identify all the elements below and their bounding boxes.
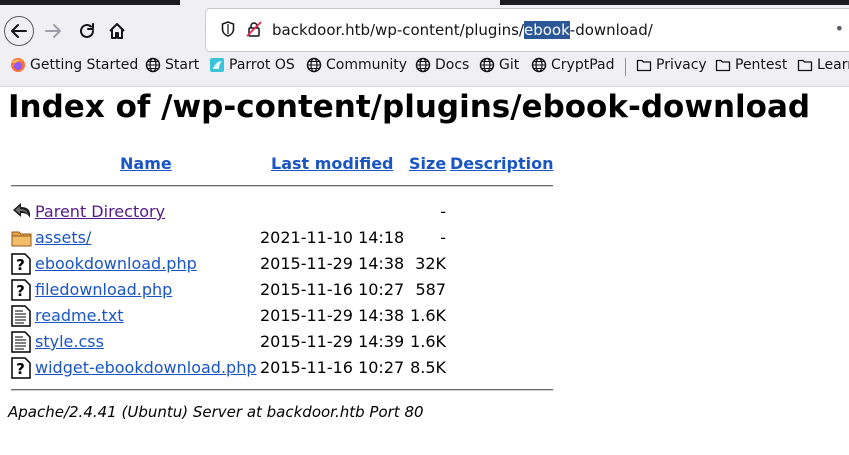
bookmark-label: Parrot OS bbox=[229, 57, 295, 73]
file-link-parent-directory[interactable]: Parent Directory bbox=[35, 202, 165, 221]
file-size: 32K bbox=[415, 254, 446, 273]
forward-button[interactable] bbox=[38, 16, 68, 46]
globe-icon bbox=[145, 57, 161, 73]
file-size: - bbox=[440, 202, 446, 221]
bookmark-parrot-os[interactable]: Parrot OS bbox=[209, 57, 295, 73]
table-row: ? filedownload.php 2015-11-16 10:27 587 bbox=[0, 278, 600, 302]
table-row: ? ebookdownload.php 2015-11-29 14:38 32K bbox=[0, 252, 600, 276]
bookmarks-toolbar: Getting Started Start Parrot OS Communit… bbox=[0, 55, 849, 79]
file-size: 1.6K bbox=[410, 306, 446, 325]
back-button[interactable] bbox=[4, 16, 34, 46]
bookmark-folder-pentest[interactable]: Pentest bbox=[715, 57, 787, 73]
bookmark-cryptpad[interactable]: CryptPad bbox=[531, 57, 614, 73]
insecure-lock-icon[interactable] bbox=[246, 21, 262, 37]
arrow-right-icon bbox=[45, 24, 61, 38]
folder-icon bbox=[715, 59, 731, 72]
svg-text:?: ? bbox=[16, 282, 25, 300]
browser-chrome: backdoor.htb/wp-content/plugins/ebook-do… bbox=[0, 0, 849, 87]
bookmark-community[interactable]: Community bbox=[306, 57, 407, 73]
file-link-ebookdownload-php[interactable]: ebookdownload.php bbox=[35, 254, 197, 273]
bookmark-getting-started[interactable]: Getting Started bbox=[10, 57, 138, 73]
url-selected-text: ebook bbox=[524, 21, 570, 39]
bookmark-label: Start bbox=[165, 57, 200, 73]
file-size: 587 bbox=[415, 280, 446, 299]
bookmark-label: Learn bbox=[817, 57, 849, 73]
footer-divider bbox=[11, 389, 553, 391]
arrow-left-icon bbox=[11, 24, 27, 38]
url-text[interactable]: backdoor.htb/wp-content/plugins/ebook-do… bbox=[272, 21, 653, 39]
reload-button[interactable] bbox=[72, 16, 102, 46]
bookmark-docs[interactable]: Docs bbox=[415, 57, 469, 73]
file-link-assets[interactable]: assets/ bbox=[35, 228, 91, 247]
table-row: assets/ 2021-11-10 14:18 - bbox=[0, 226, 600, 250]
column-header-size[interactable]: Size bbox=[409, 154, 446, 173]
file-size: - bbox=[440, 228, 446, 247]
column-header-last-modified[interactable]: Last modified bbox=[271, 154, 394, 173]
text-file-icon bbox=[11, 305, 31, 327]
reload-icon bbox=[80, 23, 94, 38]
bookmark-label: Docs bbox=[435, 57, 470, 73]
folder-icon bbox=[11, 231, 32, 247]
file-link-widget-ebookdownload-php[interactable]: widget-ebookdownload.php bbox=[35, 358, 256, 377]
bookmark-folder-privacy[interactable]: Privacy bbox=[636, 57, 707, 73]
bookmark-start[interactable]: Start bbox=[145, 57, 199, 73]
file-date: 2015-11-16 10:27 bbox=[260, 280, 405, 299]
globe-icon bbox=[415, 57, 431, 73]
file-size: 8.5K bbox=[410, 358, 446, 377]
bookmark-label: Privacy bbox=[656, 57, 707, 73]
bookmark-label: CryptPad bbox=[551, 57, 615, 73]
parrot-icon bbox=[210, 58, 224, 72]
column-header-description[interactable]: Description bbox=[450, 154, 553, 173]
folder-icon bbox=[636, 59, 652, 72]
tab-strip bbox=[0, 0, 849, 5]
server-signature: Apache/2.4.41 (Ubuntu) Server at backdoo… bbox=[8, 403, 424, 421]
back-arrow-icon bbox=[13, 203, 30, 218]
bookmark-label: Pentest bbox=[735, 57, 788, 73]
shield-icon[interactable] bbox=[221, 21, 235, 37]
folder-icon bbox=[797, 59, 813, 72]
file-link-readme-txt[interactable]: readme.txt bbox=[35, 306, 124, 325]
bookmark-label: Git bbox=[499, 57, 520, 73]
bookmark-label: Getting Started bbox=[30, 57, 139, 73]
file-date: 2015-11-16 10:27 bbox=[260, 358, 405, 377]
file-date: 2015-11-29 14:39 bbox=[260, 332, 405, 351]
svg-text:?: ? bbox=[16, 360, 25, 378]
firefox-icon bbox=[11, 58, 25, 72]
column-header-name[interactable]: Name bbox=[120, 154, 172, 173]
unknown-file-icon: ? bbox=[11, 357, 31, 379]
file-link-filedownload-php[interactable]: filedownload.php bbox=[35, 280, 172, 299]
bookmark-separator bbox=[625, 58, 626, 76]
url-bar[interactable]: backdoor.htb/wp-content/plugins/ebook-do… bbox=[205, 8, 849, 52]
table-row: readme.txt 2015-11-29 14:38 1.6K bbox=[0, 304, 600, 328]
url-prefix: backdoor.htb/wp-content/plugins/ bbox=[272, 21, 524, 39]
header-divider bbox=[11, 185, 553, 187]
table-row: style.css 2015-11-29 14:39 1.6K bbox=[0, 330, 600, 354]
file-date: 2021-11-10 14:18 bbox=[260, 228, 405, 247]
page-actions-icon[interactable]: • bbox=[835, 19, 844, 38]
active-tab[interactable] bbox=[180, 0, 500, 5]
file-date: 2015-11-29 14:38 bbox=[260, 306, 405, 325]
bookmark-label: Community bbox=[326, 57, 408, 73]
file-link-style-css[interactable]: style.css bbox=[35, 332, 104, 351]
unknown-file-icon: ? bbox=[11, 279, 31, 301]
globe-icon bbox=[531, 57, 547, 73]
bookmark-folder-learn[interactable]: Learn bbox=[797, 57, 849, 73]
home-icon bbox=[109, 23, 125, 39]
file-date: 2015-11-29 14:38 bbox=[260, 254, 405, 273]
text-file-icon bbox=[11, 331, 31, 353]
unknown-file-icon: ? bbox=[11, 253, 31, 275]
svg-text:?: ? bbox=[16, 256, 25, 274]
table-row: Parent Directory - bbox=[0, 200, 600, 224]
file-size: 1.6K bbox=[410, 332, 446, 351]
page-content: Index of /wp-content/plugins/ebook-downl… bbox=[0, 87, 849, 455]
globe-icon bbox=[306, 57, 322, 73]
home-button[interactable] bbox=[102, 16, 132, 46]
bookmark-git[interactable]: Git bbox=[479, 57, 519, 73]
url-suffix: -download/ bbox=[569, 21, 653, 39]
globe-icon bbox=[479, 57, 495, 73]
table-row: ? widget-ebookdownload.php 2015-11-16 10… bbox=[0, 356, 600, 380]
page-title: Index of /wp-content/plugins/ebook-downl… bbox=[8, 89, 811, 125]
